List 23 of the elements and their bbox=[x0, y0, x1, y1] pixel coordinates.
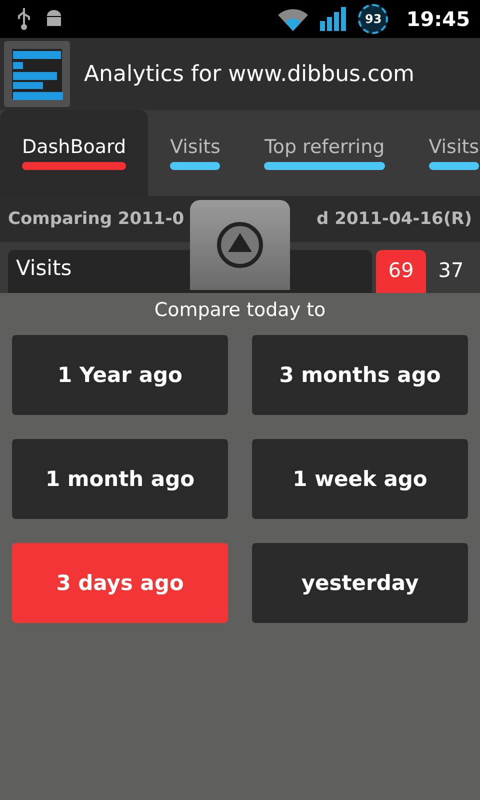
tab[interactable]: DashBoard bbox=[0, 110, 148, 196]
drawer-title: Compare today to bbox=[154, 299, 326, 321]
comparing-text: Comparing 2011-0 bbox=[8, 209, 184, 229]
usb-icon bbox=[16, 8, 32, 30]
compare-option[interactable]: 1 Year ago bbox=[12, 335, 228, 415]
drawer-handle[interactable] bbox=[190, 200, 290, 290]
tab[interactable]: Visits bbox=[406, 110, 480, 196]
tab[interactable]: Visits bbox=[148, 110, 242, 196]
tab[interactable]: Top referring bbox=[242, 110, 407, 196]
wifi-icon bbox=[278, 7, 308, 31]
previous-value: 37 bbox=[437, 257, 465, 282]
compare-option[interactable]: yesterday bbox=[252, 543, 468, 623]
compare-option[interactable]: 1 month ago bbox=[12, 439, 228, 519]
app-logo-icon bbox=[4, 41, 70, 107]
clock: 19:45 bbox=[406, 7, 470, 31]
battery-indicator: 93 bbox=[358, 4, 388, 34]
comparing-text: d 2011-04-16(R) bbox=[316, 209, 472, 229]
compare-option[interactable]: 3 days ago bbox=[12, 543, 228, 623]
compare-option[interactable]: 1 week ago bbox=[252, 439, 468, 519]
current-value: 69 bbox=[376, 250, 426, 293]
signal-icon bbox=[320, 7, 346, 31]
app-title: Analytics for www.dibbus.com bbox=[84, 62, 414, 86]
compare-option[interactable]: 3 months ago bbox=[252, 335, 468, 415]
